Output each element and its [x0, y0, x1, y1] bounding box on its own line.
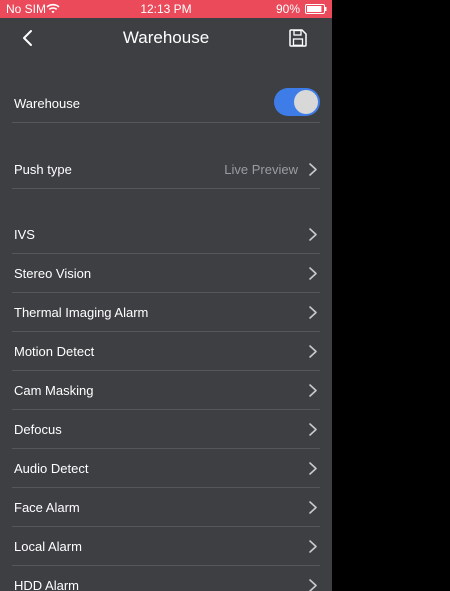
list-item-defocus[interactable]: Defocus — [0, 410, 332, 449]
list-item-audio-detect[interactable]: Audio Detect — [0, 449, 332, 488]
list-item-thermal-imaging-alarm[interactable]: Thermal Imaging Alarm — [0, 293, 332, 332]
floppy-disk-icon[interactable] — [288, 28, 308, 48]
list-item-label: Defocus — [14, 422, 62, 437]
list-item-label: Motion Detect — [14, 344, 95, 359]
phone-screen: No SIM 12:13 PM 90% Warehouse Warehouse — [0, 0, 332, 591]
list-item-face-alarm[interactable]: Face Alarm — [0, 488, 332, 527]
push-type-row[interactable]: Push type Live Preview — [0, 150, 332, 189]
list-item-label: Face Alarm — [14, 500, 80, 515]
chevron-right-icon — [309, 345, 317, 358]
chevron-right-icon — [309, 267, 317, 280]
list-item-stereo-vision[interactable]: Stereo Vision — [0, 254, 332, 293]
chevron-right-icon — [309, 228, 317, 241]
list-item-label: IVS — [14, 227, 35, 242]
chevron-right-icon — [309, 462, 317, 475]
list-item-label: HDD Alarm — [14, 578, 80, 591]
list-item-local-alarm[interactable]: Local Alarm — [0, 527, 332, 566]
chevron-right-icon — [309, 501, 317, 514]
warehouse-toggle-switch[interactable] — [274, 88, 320, 116]
push-type-value: Live Preview — [224, 162, 298, 177]
list-item-label: Stereo Vision — [14, 266, 92, 281]
list-item-label: Thermal Imaging Alarm — [14, 305, 149, 320]
chevron-right-icon — [309, 384, 317, 397]
list-item-motion-detect[interactable]: Motion Detect — [0, 332, 332, 371]
list-item-label: Cam Masking — [14, 383, 94, 398]
chevron-right-icon — [309, 163, 317, 176]
chevron-right-icon — [309, 423, 317, 436]
divider — [12, 188, 320, 189]
chevron-right-icon — [309, 540, 317, 553]
chevron-right-icon — [309, 579, 317, 591]
list-item-cam-masking[interactable]: Cam Masking — [0, 371, 332, 410]
toggle-knob — [294, 90, 318, 114]
push-type-label: Push type — [14, 162, 72, 177]
status-bar: No SIM 12:13 PM 90% — [0, 0, 332, 18]
divider — [12, 122, 320, 123]
chevron-right-icon — [309, 306, 317, 319]
warehouse-toggle-row: Warehouse — [0, 84, 332, 123]
list-item-hdd-alarm[interactable]: HDD Alarm — [0, 566, 332, 591]
warehouse-toggle-label: Warehouse — [14, 96, 80, 111]
list-item-ivs[interactable]: IVS — [0, 215, 332, 254]
list-item-label: Local Alarm — [14, 539, 82, 554]
page-title: Warehouse — [122, 28, 210, 47]
nav-bar: Warehouse — [0, 18, 332, 58]
battery-percent: 90% — [275, 2, 300, 16]
list-item-label: Audio Detect — [14, 461, 89, 476]
battery-icon — [305, 4, 327, 14]
